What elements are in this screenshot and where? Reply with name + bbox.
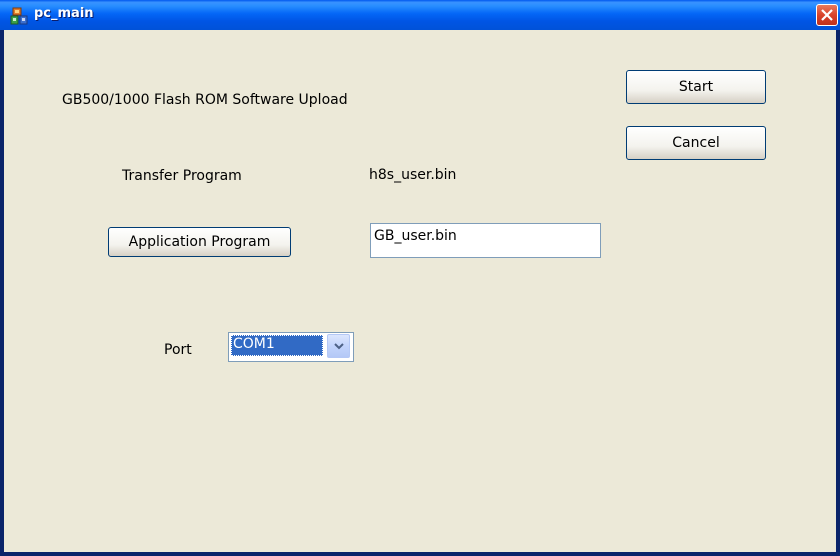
dialog-client-area: GB500/1000 Flash ROM Software Upload Sta… [4, 30, 836, 552]
port-select[interactable]: COM1 [228, 332, 354, 362]
start-button[interactable]: Start [626, 70, 766, 104]
port-label: Port [164, 342, 192, 358]
cancel-button[interactable]: Cancel [626, 126, 766, 160]
app-window: pc_main GB500/1000 Flash ROM Software Up… [0, 0, 840, 556]
close-icon [821, 9, 833, 21]
transfer-program-label: Transfer Program [122, 168, 242, 184]
port-selected-value: COM1 [231, 335, 323, 356]
application-program-field[interactable]: GB_user.bin [370, 223, 601, 258]
upload-heading: GB500/1000 Flash ROM Software Upload [62, 92, 348, 108]
window-title: pc_main [34, 6, 94, 21]
title-bar[interactable]: pc_main [0, 0, 840, 30]
application-icon [10, 7, 28, 25]
chevron-down-icon [334, 343, 344, 350]
transfer-program-value: h8s_user.bin [369, 167, 457, 183]
close-button[interactable] [816, 4, 838, 26]
application-program-button[interactable]: Application Program [108, 227, 291, 257]
dropdown-button[interactable] [327, 334, 350, 358]
